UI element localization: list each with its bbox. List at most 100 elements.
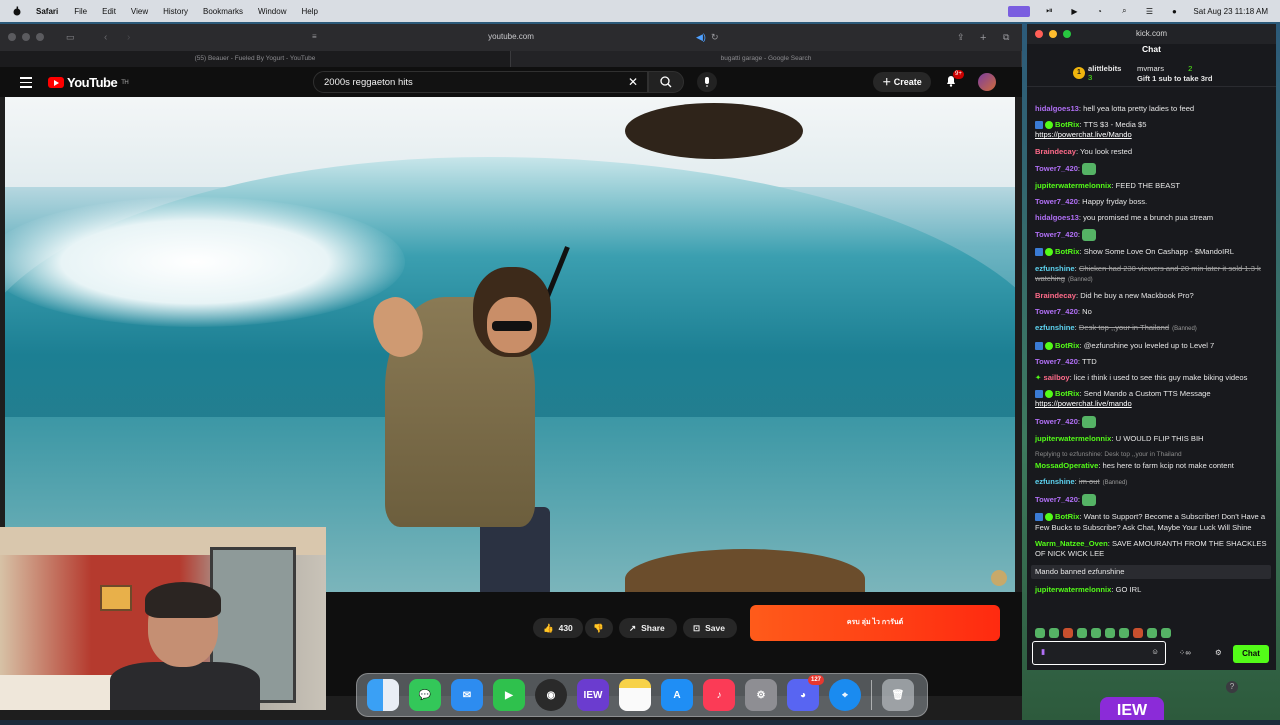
avatar[interactable] [978, 73, 996, 91]
chat-username[interactable]: hidalgoes13 [1035, 213, 1079, 222]
chat-username[interactable]: Tower7_420 [1035, 357, 1078, 366]
chat-username[interactable]: ezfunshine [1035, 323, 1075, 332]
menu-app-name[interactable]: Safari [36, 7, 58, 16]
safari-icon[interactable]: ⌖ [829, 679, 861, 711]
chat-link[interactable]: https://powerchat.live/mando [1035, 399, 1132, 408]
audio-playing-icon[interactable]: ◀) [696, 32, 707, 43]
help-icon[interactable]: ? [1226, 681, 1238, 693]
clear-search-icon[interactable]: ✕ [628, 76, 638, 88]
emoji-picker-icon[interactable]: ☺ [1151, 647, 1159, 656]
emote-button[interactable] [1091, 628, 1101, 638]
chat-username[interactable]: ezfunshine [1035, 264, 1075, 273]
chat-username[interactable]: Braindecay [1035, 291, 1076, 300]
chat-username[interactable]: Warm_Natzee_Oven [1035, 539, 1108, 548]
media-control-icon[interactable]: ⏯ [1043, 6, 1055, 16]
siri-icon[interactable]: ● [1168, 6, 1180, 16]
tab-youtube[interactable]: (55) Beauer - Fueled By Yogurt - YouTube [0, 51, 511, 67]
chat-username[interactable]: sailboy [1043, 373, 1069, 382]
screen-share-icon[interactable] [1008, 5, 1031, 17]
chat-username[interactable]: Tower7_420 [1035, 164, 1078, 173]
emote-button[interactable] [1161, 628, 1171, 638]
menu-icon[interactable] [20, 77, 32, 91]
user-options-icon[interactable]: ⁘∞ [1179, 648, 1191, 657]
iew-app-icon[interactable]: IEW [577, 679, 609, 711]
channel-watermark-icon[interactable] [991, 570, 1007, 586]
chat-username[interactable]: BotRix [1055, 247, 1079, 256]
menu-help[interactable]: Help [301, 7, 317, 16]
search-icon[interactable]: ⌕ [1118, 6, 1130, 16]
menu-clock[interactable]: Sat Aug 23 11:18 AM [1193, 7, 1268, 16]
chat-link[interactable]: https://powerchat.live/Mando [1035, 130, 1132, 139]
emote-button[interactable] [1077, 628, 1087, 638]
chat-username[interactable]: Tower7_420 [1035, 307, 1078, 316]
share-button[interactable]: ↗ Share [619, 618, 677, 638]
emote-button[interactable] [1105, 628, 1115, 638]
wifi-icon[interactable]: ◔ [1093, 6, 1105, 16]
play-icon[interactable]: ▶ [1068, 6, 1080, 16]
chat-username[interactable]: hidalgoes13 [1035, 104, 1079, 113]
obs-icon[interactable]: ◉ [535, 679, 567, 711]
mail-icon[interactable]: ✉ [451, 679, 483, 711]
menu-file[interactable]: File [74, 7, 87, 16]
reload-icon[interactable]: ↻ [711, 32, 722, 43]
chat-username[interactable]: jupiterwatermelonnix [1035, 585, 1111, 594]
video-player[interactable] [5, 97, 1015, 592]
search-button[interactable] [648, 71, 684, 93]
menu-window[interactable]: Window [258, 7, 286, 16]
chat-username[interactable]: BotRix [1055, 120, 1079, 129]
chat-username[interactable]: BotRix [1055, 389, 1079, 398]
tab-overview-icon[interactable]: ⧉ [1003, 32, 1014, 43]
send-chat-button[interactable]: Chat [1233, 645, 1269, 663]
apple-icon[interactable] [12, 6, 22, 16]
menu-history[interactable]: History [163, 7, 188, 16]
badge-icon[interactable]: ▮ [1041, 647, 1045, 656]
top-gifter-1[interactable]: 1 alittlebits 3 [1073, 64, 1121, 82]
emote-button[interactable] [1063, 628, 1073, 638]
discord-icon[interactable]: ◕ 127 [787, 675, 824, 711]
tab-google-search[interactable]: bugatti garage - Google Search [511, 51, 1022, 67]
voice-search-button[interactable] [697, 72, 717, 92]
chat-username[interactable]: Tower7_420 [1035, 417, 1078, 426]
facetime-icon[interactable]: ▶ [493, 679, 525, 711]
chat-username[interactable]: ezfunshine [1035, 477, 1075, 486]
system-settings-icon[interactable]: ⚙ [745, 679, 777, 711]
chat-input-box[interactable]: ▮ ☺ [1032, 641, 1166, 665]
chat-username[interactable]: Tower7_420 [1035, 495, 1078, 504]
search-input[interactable]: 2000s reggaeton hits [313, 71, 648, 93]
chat-username[interactable]: Tower7_420 [1035, 230, 1078, 239]
chat-username[interactable]: BotRix [1055, 512, 1079, 521]
like-button[interactable]: 👍 430 [533, 618, 583, 638]
control-center-icon[interactable]: ☰ [1143, 6, 1155, 16]
chat-username[interactable]: MossadOperative [1035, 461, 1098, 470]
chat-settings-icon[interactable]: ⚙ [1215, 648, 1222, 657]
emote-button[interactable] [1133, 628, 1143, 638]
ad-banner[interactable]: ครบ ลุ่ม ไว การันต์ [750, 605, 1000, 641]
menu-edit[interactable]: Edit [102, 7, 116, 16]
messages-icon[interactable]: 💬 [409, 679, 441, 711]
top-gifter-2[interactable]: mvmars 2 Gift 1 sub to take 3rd [1137, 64, 1213, 83]
finder-icon[interactable] [367, 679, 399, 711]
music-icon[interactable]: ♪ [703, 679, 735, 711]
new-tab-icon[interactable]: + [980, 32, 991, 44]
chat-username[interactable]: Tower7_420 [1035, 197, 1078, 206]
menu-view[interactable]: View [131, 7, 148, 16]
create-button[interactable]: ＋ Create [873, 72, 931, 92]
emote-button[interactable] [1119, 628, 1129, 638]
menu-bookmarks[interactable]: Bookmarks [203, 7, 243, 16]
emote-button[interactable] [1035, 628, 1045, 638]
trash-icon[interactable]: 🗑 [882, 679, 914, 711]
app-store-icon[interactable]: A [661, 679, 693, 711]
youtube-logo[interactable]: YouTube TH [48, 75, 129, 90]
chat-username[interactable]: jupiterwatermelonnix [1035, 181, 1111, 190]
emote-button[interactable] [1147, 628, 1157, 638]
emote-button[interactable] [1049, 628, 1059, 638]
notes-icon[interactable] [619, 679, 651, 711]
chat-username[interactable]: Braindecay [1035, 147, 1076, 156]
chat-input[interactable] [1055, 647, 1149, 658]
dislike-button[interactable]: 👎 [585, 618, 613, 638]
chat-username[interactable]: jupiterwatermelonnix [1035, 434, 1111, 443]
share-icon[interactable]: ⇪ [957, 32, 968, 43]
address-bar[interactable]: youtube.com [0, 32, 1022, 41]
chat-username[interactable]: BotRix [1055, 341, 1079, 350]
save-button[interactable]: ⊡ Save [683, 618, 737, 638]
